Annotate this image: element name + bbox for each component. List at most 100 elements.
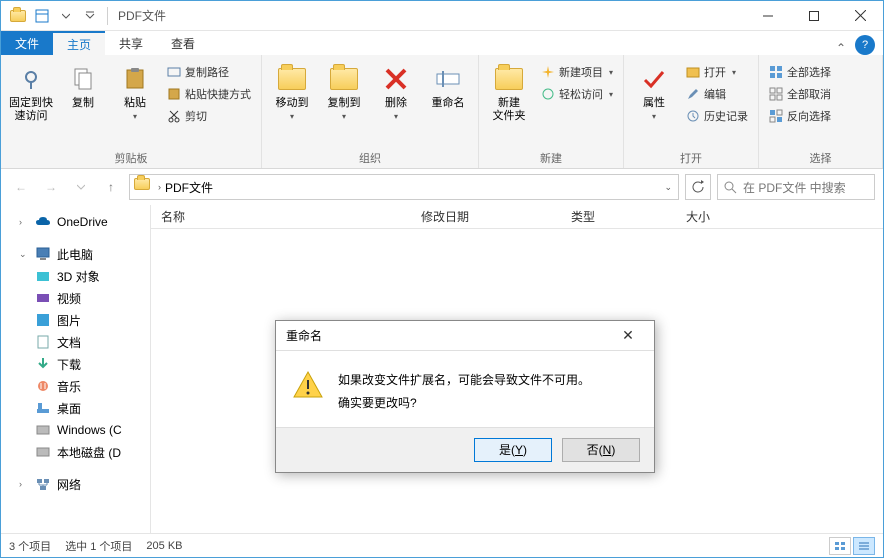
up-button[interactable]: ↑ — [99, 175, 123, 199]
scissors-icon — [167, 109, 181, 123]
recent-dropdown[interactable] — [69, 175, 93, 199]
cloud-icon — [35, 214, 51, 230]
group-clipboard: 固定到快 速访问 复制 粘贴 ▾ 复制路径 粘贴快捷方式 剪切 剪贴板 — [1, 55, 262, 168]
properties-icon[interactable] — [31, 5, 53, 27]
history-button[interactable]: 历史记录 — [682, 105, 752, 127]
tab-home[interactable]: 主页 — [53, 31, 105, 55]
col-date[interactable]: 修改日期 — [411, 208, 561, 225]
address-box[interactable]: › PDF文件 ⌄ — [129, 174, 679, 200]
delete-button[interactable]: 删除▾ — [372, 59, 420, 121]
nav-item-icon — [35, 290, 51, 306]
shortcut-icon — [167, 87, 181, 101]
tab-share[interactable]: 共享 — [105, 31, 157, 55]
nav-tree[interactable]: ›OneDrive ⌄此电脑 3D 对象视频图片文档下载音乐桌面Windows … — [1, 205, 151, 533]
new-item-button[interactable]: 新建项目▾ — [537, 61, 617, 83]
nav-item-icon — [35, 378, 51, 394]
sparkle-icon — [541, 65, 555, 79]
status-size: 205 KB — [146, 540, 182, 552]
group-label: 剪贴板 — [7, 148, 255, 166]
edit-icon — [686, 87, 700, 101]
move-to-button[interactable]: 移动到▾ — [268, 59, 316, 121]
nav-onedrive[interactable]: ›OneDrive — [1, 211, 150, 233]
nav-this-pc[interactable]: ⌄此电脑 — [1, 243, 150, 265]
network-icon — [35, 476, 51, 492]
search-icon — [724, 181, 737, 194]
copy-path-button[interactable]: 复制路径 — [163, 61, 255, 83]
column-header: 名称 修改日期 类型 大小 — [151, 205, 883, 229]
select-none-button[interactable]: 全部取消 — [765, 83, 835, 105]
minimize-button[interactable] — [745, 1, 791, 31]
edit-button[interactable]: 编辑 — [682, 83, 752, 105]
easy-access-button[interactable]: 轻松访问▾ — [537, 83, 617, 105]
nav-item[interactable]: 本地磁盘 (D — [1, 441, 150, 463]
maximize-button[interactable] — [791, 1, 837, 31]
access-icon — [541, 87, 555, 101]
nav-network[interactable]: ›网络 — [1, 473, 150, 495]
paste-shortcut-button[interactable]: 粘贴快捷方式 — [163, 83, 255, 105]
nav-item[interactable]: 下载 — [1, 353, 150, 375]
address-bar: ← → ↑ › PDF文件 ⌄ 在 PDF文件 中搜索 — [1, 169, 883, 205]
pin-icon — [15, 63, 47, 95]
open-icon — [686, 65, 700, 79]
yes-button[interactable]: 是(Y) — [474, 438, 552, 462]
no-button[interactable]: 否(N) — [562, 438, 640, 462]
open-button[interactable]: 打开▾ — [682, 61, 752, 83]
rename-button[interactable]: 重命名 — [424, 59, 472, 110]
qat-dropdown-icon[interactable] — [55, 5, 77, 27]
nav-item[interactable]: 文档 — [1, 331, 150, 353]
forward-button[interactable]: → — [39, 175, 63, 199]
nav-item[interactable]: 3D 对象 — [1, 265, 150, 287]
copy-button[interactable]: 复制 — [59, 59, 107, 110]
col-size[interactable]: 大小 — [676, 208, 756, 225]
paste-icon — [119, 63, 151, 95]
properties-button[interactable]: 属性▾ — [630, 59, 678, 121]
group-organize: 移动到▾ 复制到▾ 删除▾ 重命名 组织 — [262, 55, 479, 168]
chevron-down-icon: ▾ — [133, 112, 137, 121]
status-bar: 3 个项目 选中 1 个项目 205 KB — [1, 533, 883, 557]
nav-item[interactable]: Windows (C — [1, 419, 150, 441]
status-count: 3 个项目 — [9, 538, 51, 554]
dialog-title: 重命名 — [286, 327, 322, 344]
nav-item[interactable]: 视频 — [1, 287, 150, 309]
view-details-button[interactable] — [853, 537, 875, 555]
group-label: 选择 — [765, 148, 876, 166]
status-selected: 选中 1 个项目 — [65, 538, 132, 554]
nav-item[interactable]: 桌面 — [1, 397, 150, 419]
tab-file[interactable]: 文件 — [1, 31, 53, 55]
search-input[interactable]: 在 PDF文件 中搜索 — [717, 174, 875, 200]
chevron-right-icon[interactable]: › — [156, 182, 163, 192]
move-icon — [276, 63, 308, 95]
select-all-button[interactable]: 全部选择 — [765, 61, 835, 83]
pin-button[interactable]: 固定到快 速访问 — [7, 59, 55, 123]
invert-icon — [769, 109, 783, 123]
chevron-down-icon[interactable]: ⌄ — [662, 182, 674, 193]
nav-item[interactable]: 图片 — [1, 309, 150, 331]
paste-button[interactable]: 粘贴 ▾ — [111, 59, 159, 121]
new-folder-button[interactable]: 新建 文件夹 — [485, 59, 533, 123]
group-select: 全部选择 全部取消 反向选择 选择 — [759, 55, 883, 168]
view-large-button[interactable] — [829, 537, 851, 555]
nav-item-icon — [35, 268, 51, 284]
select-none-icon — [769, 87, 783, 101]
window-title: PDF文件 — [112, 7, 166, 24]
qat-overflow-icon[interactable] — [79, 5, 101, 27]
col-type[interactable]: 类型 — [561, 208, 676, 225]
nav-item[interactable]: 音乐 — [1, 375, 150, 397]
refresh-button[interactable] — [685, 174, 711, 200]
copy-to-icon — [328, 63, 360, 95]
copy-to-button[interactable]: 复制到▾ — [320, 59, 368, 121]
tab-view[interactable]: 查看 — [157, 31, 209, 55]
help-icon[interactable]: ? — [855, 35, 875, 55]
cut-button[interactable]: 剪切 — [163, 105, 255, 127]
invert-selection-button[interactable]: 反向选择 — [765, 105, 835, 127]
dialog-close-button[interactable]: ✕ — [612, 327, 644, 344]
quick-access-toolbar — [1, 5, 112, 27]
nav-item-icon — [35, 312, 51, 328]
collapse-ribbon-icon[interactable]: ⌃ — [827, 41, 855, 55]
breadcrumb-item[interactable]: PDF文件 — [163, 179, 215, 196]
col-name[interactable]: 名称 — [151, 208, 411, 225]
group-new: 新建 文件夹 新建项目▾ 轻松访问▾ 新建 — [479, 55, 624, 168]
rename-icon — [432, 63, 464, 95]
close-button[interactable] — [837, 1, 883, 31]
back-button[interactable]: ← — [9, 175, 33, 199]
